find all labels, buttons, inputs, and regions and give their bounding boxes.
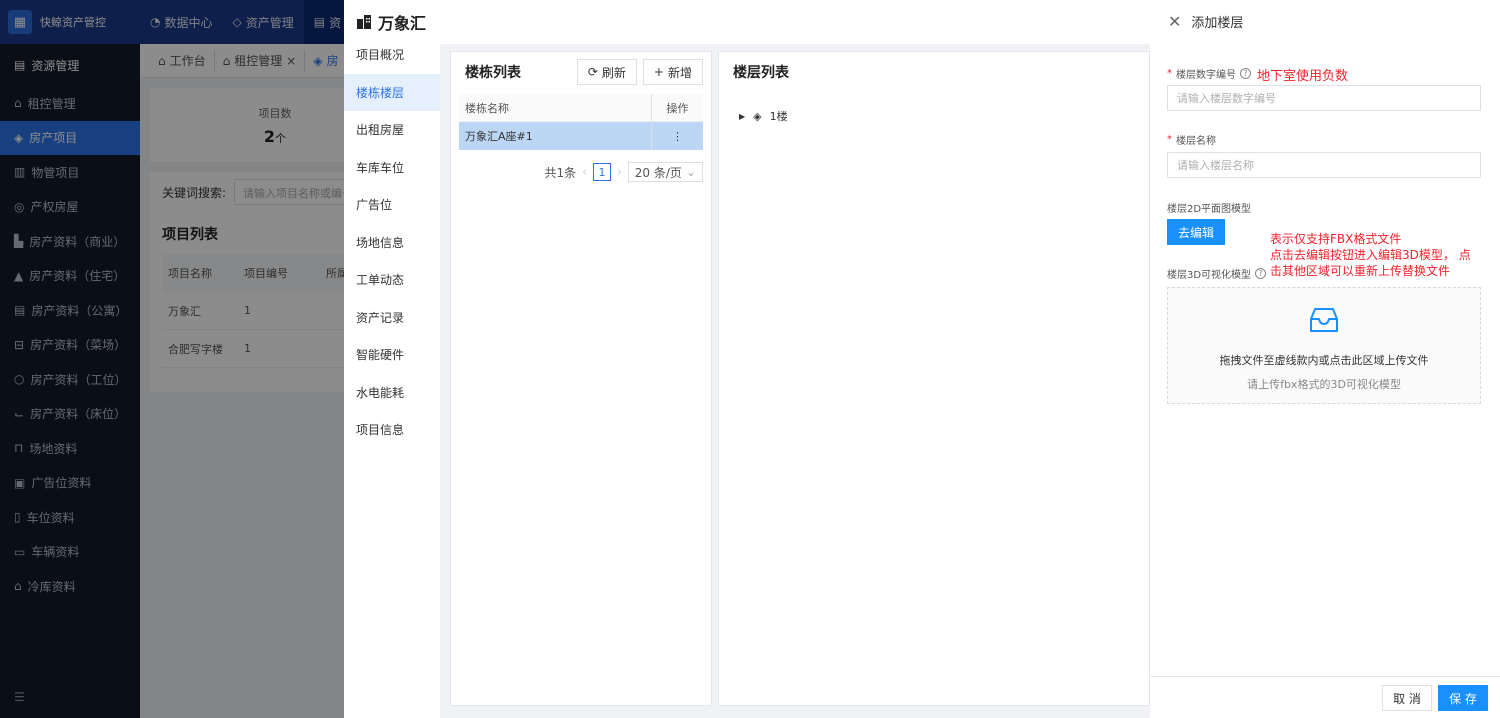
nav-project-info[interactable]: 项目信息 bbox=[344, 411, 440, 449]
building-name: 万象汇A座#1 bbox=[465, 130, 533, 143]
upload-dropzone[interactable]: 拖拽文件至虚线款内或点击此区域上传文件 请上传fbx格式的3D可视化模型 bbox=[1167, 287, 1481, 404]
layers-icon: ◈ bbox=[753, 109, 762, 123]
plan-2d-label: 楼层2D平面图模型 bbox=[1167, 200, 1251, 215]
refresh-icon: ⟳ bbox=[587, 65, 598, 79]
page-number[interactable]: 1 bbox=[592, 163, 611, 181]
nav-overview[interactable]: 项目概况 bbox=[344, 36, 440, 74]
column-header: 操作 bbox=[651, 94, 703, 121]
chevron-down-icon: ⌄ bbox=[685, 165, 696, 179]
building-list-panel: 楼栋列表 ⟳ 刷新 + 新增 楼栋名称 操作 万象汇A座#1 ⋮ 共1条 ‹ 1 ›… bbox=[450, 51, 712, 706]
save-button[interactable]: 保 存 bbox=[1438, 685, 1488, 711]
floor-name-label: * 楼层名称 bbox=[1167, 132, 1216, 147]
caret-right-icon[interactable]: ▶ bbox=[739, 112, 745, 121]
project-nav: 项目概况 楼栋楼层 出租房屋 车库车位 广告位 场地信息 工单动态 资产记录 智… bbox=[344, 36, 440, 718]
panel-header: 楼层列表 bbox=[719, 52, 1149, 92]
note-line: 点击去编辑按钮进入编辑3D模型， 点 bbox=[1270, 248, 1471, 262]
drawer-header: ✕ 添加楼层 bbox=[1150, 0, 1500, 42]
help-icon[interactable]: ? bbox=[1255, 268, 1267, 279]
note-line: 表示仅支持FBX格式文件 bbox=[1270, 232, 1402, 246]
floor-list-panel: 楼层列表 ▶ ◈ 1楼 bbox=[718, 51, 1150, 706]
label-text: 楼层名称 bbox=[1176, 136, 1216, 147]
prev-page-icon[interactable]: ‹ bbox=[582, 165, 587, 179]
project-title: 万象汇 bbox=[344, 0, 1150, 44]
inbox-icon bbox=[1310, 308, 1338, 332]
page-size-value: 20 条/页 bbox=[634, 165, 682, 180]
add-building-button[interactable]: + 新增 bbox=[642, 59, 703, 85]
required-mark: * bbox=[1167, 68, 1172, 79]
nav-venue[interactable]: 场地信息 bbox=[344, 224, 440, 262]
building-icon bbox=[357, 15, 371, 29]
nav-work-orders[interactable]: 工单动态 bbox=[344, 261, 440, 299]
floor-number-note: 地下室使用负数 bbox=[1257, 69, 1349, 84]
refresh-button[interactable]: ⟳ 刷新 bbox=[576, 59, 637, 85]
pagination: 共1条 ‹ 1 › 20 条/页 ⌄ bbox=[451, 150, 711, 182]
more-icon[interactable]: ⋮ bbox=[651, 122, 703, 150]
fbx-note: 表示仅支持FBX格式文件 点击去编辑按钮进入编辑3D模型， 点 击其他区域可以重… bbox=[1270, 231, 1471, 279]
nav-buildings-floors[interactable]: 楼栋楼层 bbox=[344, 73, 440, 111]
close-icon[interactable]: ✕ bbox=[1168, 12, 1181, 31]
total-count: 共1条 bbox=[544, 165, 577, 180]
model-3d-label: 楼层3D可视化模型 ? bbox=[1167, 266, 1267, 281]
drawer-title: 添加楼层 bbox=[1191, 15, 1244, 31]
panel-title: 楼栋列表 bbox=[465, 65, 521, 81]
project-title-text: 万象汇 bbox=[378, 14, 427, 33]
drawer-footer: 取 消 保 存 bbox=[1150, 676, 1500, 718]
note-line: 击其他区域可以重新上传替换文件 bbox=[1270, 264, 1451, 278]
nav-asset-records[interactable]: 资产记录 bbox=[344, 299, 440, 337]
floor-number-input[interactable] bbox=[1167, 85, 1481, 111]
page-size-select[interactable]: 20 条/页 ⌄ bbox=[627, 162, 703, 182]
table-header: 楼栋名称 操作 bbox=[459, 94, 703, 122]
floor-name: 1楼 bbox=[769, 110, 788, 123]
panel-header: 楼栋列表 ⟳ 刷新 + 新增 bbox=[451, 52, 711, 92]
table-row[interactable]: 万象汇A座#1 ⋮ bbox=[459, 122, 703, 150]
panel-title: 楼层列表 bbox=[733, 65, 789, 81]
column-header: 楼栋名称 bbox=[465, 101, 509, 115]
plus-icon: + bbox=[653, 65, 664, 79]
help-icon[interactable]: ? bbox=[1240, 68, 1251, 79]
nav-energy[interactable]: 水电能耗 bbox=[344, 374, 440, 412]
label-text: 楼层3D可视化模型 bbox=[1167, 270, 1252, 281]
label-text: 楼层数字编号 bbox=[1176, 70, 1236, 81]
upload-hint-main: 拖拽文件至虚线款内或点击此区域上传文件 bbox=[1219, 354, 1429, 367]
button-label: 新增 bbox=[667, 65, 692, 80]
edit-2d-button[interactable]: 去编辑 bbox=[1167, 219, 1225, 245]
next-page-icon[interactable]: › bbox=[617, 165, 622, 179]
nav-rental-houses[interactable]: 出租房屋 bbox=[344, 111, 440, 149]
nav-smart-hardware[interactable]: 智能硬件 bbox=[344, 336, 440, 374]
nav-ad-space[interactable]: 广告位 bbox=[344, 186, 440, 224]
add-floor-drawer: ✕ 添加楼层 * 楼层数字编号 ? 地下室使用负数 * 楼层名称 楼层2D平面图… bbox=[1150, 0, 1500, 718]
floor-name-input[interactable] bbox=[1167, 152, 1481, 178]
button-label: 刷新 bbox=[601, 65, 626, 80]
floor-number-label: * 楼层数字编号 ? bbox=[1167, 66, 1251, 81]
required-mark: * bbox=[1167, 134, 1172, 145]
cancel-button[interactable]: 取 消 bbox=[1382, 685, 1432, 711]
nav-garage[interactable]: 车库车位 bbox=[344, 149, 440, 187]
upload-hint-sub: 请上传fbx格式的3D可视化模型 bbox=[1247, 378, 1401, 391]
tree-node[interactable]: ▶ ◈ 1楼 bbox=[719, 92, 1149, 124]
project-detail-drawer: 万象汇 项目概况 楼栋楼层 出租房屋 车库车位 广告位 场地信息 工单动态 资产… bbox=[344, 0, 1150, 718]
label-text: 楼层2D平面图模型 bbox=[1167, 204, 1252, 215]
